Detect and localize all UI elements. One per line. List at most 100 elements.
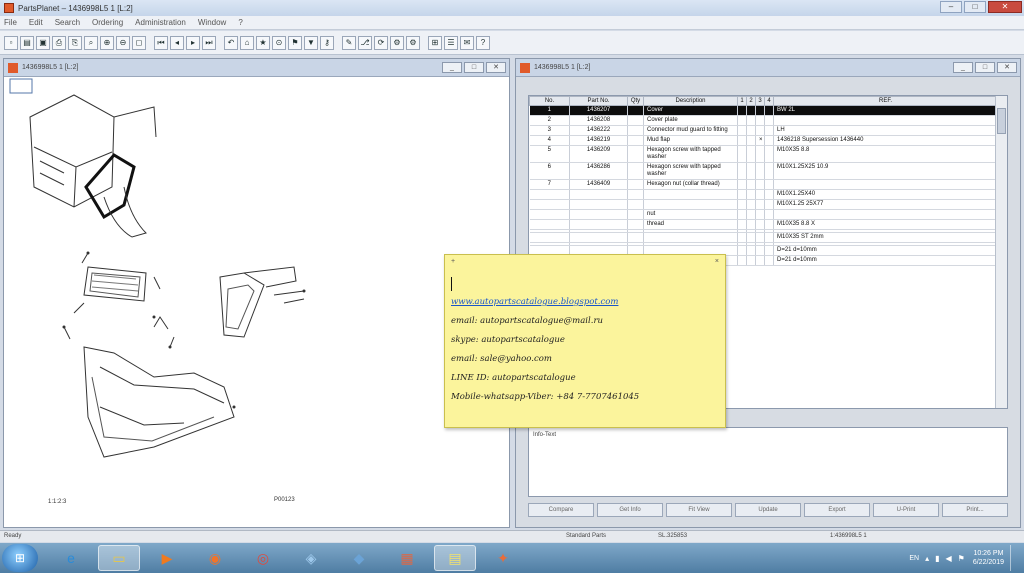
menu-edit[interactable]: Edit [29,18,43,27]
media-taskbar[interactable]: ▶ [146,545,188,571]
menu-file[interactable]: File [4,18,17,27]
parts-table-scrollbar[interactable] [995,96,1007,408]
parts-close-button[interactable]: ✕ [997,62,1017,73]
tools-icon[interactable]: ⚙ [390,35,404,50]
settings-icon[interactable]: ⚙ [406,35,420,50]
column-header-1[interactable]: 1 [737,96,747,106]
new-icon[interactable]: ▫ [4,35,18,50]
fit-icon[interactable]: ◻ [132,35,146,50]
help-icon[interactable]: ? [476,35,490,50]
sticky-note[interactable]: + × www.autopartscatalogue.blogspot.com … [444,254,726,428]
table-row[interactable]: 3 1436222 Connector mud guard to fitting LH [529,125,998,136]
chrome-taskbar[interactable]: ◎ [242,545,284,571]
maximize-button[interactable]: □ [964,1,986,13]
table-row[interactable]: nut [529,209,998,220]
menu-window[interactable]: Window [198,18,226,27]
drawing-maximize-button[interactable]: □ [464,62,484,73]
find-icon[interactable]: ⌕ [84,35,98,50]
grid-icon[interactable]: ⊞ [428,35,442,50]
clock[interactable]: 10:26 PM 6/22/2019 [973,549,1004,567]
minimize-button[interactable]: – [940,1,962,13]
menu-ordering[interactable]: Ordering [92,18,123,27]
get-info-button[interactable]: Get Info [597,503,663,517]
sticky-note-body[interactable]: www.autopartscatalogue.blogspot.com emai… [445,267,725,411]
compare-button[interactable]: Compare [528,503,594,517]
network-icon[interactable]: ▮ [935,554,939,563]
table-row[interactable]: 2 1436208 Cover plate [529,115,998,126]
next-icon[interactable]: ▸ [186,35,200,50]
parts-maximize-button[interactable]: □ [975,62,995,73]
mail-icon[interactable]: ✉ [460,35,474,50]
back-icon[interactable]: ↶ [224,35,238,50]
flag-icon[interactable]: ⚑ [288,35,302,50]
sticky-add-icon[interactable]: + [451,258,455,265]
first-icon[interactable]: ⏮ [154,35,168,50]
export-button[interactable]: Export [804,503,870,517]
sticky-line-website[interactable]: www.autopartscatalogue.blogspot.com [451,297,719,316]
zoom-icon[interactable]: ⊕ [100,35,114,50]
table-row[interactable]: M10X1.25 25X77 [529,199,998,210]
table-row[interactable]: 6 1436286 Hexagon screw with tapped washer… [529,162,998,180]
parts-taskbar[interactable]: ✦ [482,545,524,571]
app-taskbar[interactable]: ◈ [290,545,332,571]
scrollbar-thumb[interactable] [997,108,1006,134]
drawing-minimize-button[interactable]: _ [442,62,462,73]
copy-icon[interactable]: ⎘ [68,35,82,50]
home-icon[interactable]: ⌂ [240,35,254,50]
list-icon[interactable]: ☰ [444,35,458,50]
column-header-no[interactable]: No. [529,96,570,106]
key-icon[interactable]: ⚷ [320,35,334,50]
column-header-3[interactable]: 3 [755,96,765,106]
refresh-icon[interactable]: ⟳ [374,35,388,50]
flag-icon[interactable]: ⚑ [958,554,965,563]
show-desktop-button[interactable] [1010,545,1020,571]
parts-minimize-button[interactable]: _ [953,62,973,73]
bookmark-icon[interactable]: ★ [256,35,270,50]
sticky-close-icon[interactable]: × [715,258,719,265]
start-button[interactable]: ⊞ [2,544,38,572]
tray-arrow-icon[interactable]: ▴ [925,554,929,563]
table-row[interactable]: 7 1436409 Hexagon nut (collar thread) [529,179,998,190]
table-row[interactable]: 1 1436207 Cover BW 2L [529,105,998,116]
info-text-area[interactable]: Info-Text [528,427,1008,497]
open-icon[interactable]: ▤ [20,35,34,50]
filter-icon[interactable]: ▼ [304,35,318,50]
column-header-qty[interactable]: Qty [627,96,644,106]
prev-icon[interactable]: ◂ [170,35,184,50]
print-button[interactable]: Print... [942,503,1008,517]
update-button[interactable]: Update [735,503,801,517]
zoom-out-icon[interactable]: ⊖ [116,35,130,50]
clip-icon[interactable]: ⎇ [358,35,372,50]
language-indicator[interactable]: EN [909,555,919,562]
save-icon[interactable]: ▣ [36,35,50,50]
app2-taskbar[interactable]: ◆ [338,545,380,571]
ie-taskbar[interactable]: e [50,545,92,571]
menu-administration[interactable]: Administration [135,18,186,27]
table-row[interactable]: 4 1436219 Mud flap × 1436218 Supersession 14… [529,135,998,146]
column-header-description[interactable]: Description [643,96,738,106]
table-row[interactable]: 5 1436209 Hexagon screw with tapped washer… [529,145,998,163]
volume-icon[interactable]: ◀ [946,554,952,563]
last-icon[interactable]: ⏭ [202,35,216,50]
column-header-part[interactable]: Part No. [569,96,628,106]
edit-icon[interactable]: ✎ [342,35,356,50]
notes-taskbar[interactable]: ▤ [434,545,476,571]
print-icon[interactable]: ⎙ [52,35,66,50]
column-header-4[interactable]: 4 [764,96,774,106]
table-row[interactable]: thread M10X35 8.8 X [529,219,998,230]
fit-view-button[interactable]: Fit View [666,503,732,517]
menu-help[interactable]: ? [238,18,242,27]
drawing-close-button[interactable]: ✕ [486,62,506,73]
table-row[interactable]: M10X35 ST 2mm [529,232,998,243]
column-header-2[interactable]: 2 [746,96,756,106]
table-row[interactable]: M10X1.25X40 [529,189,998,200]
parts-drawing[interactable]: 1:1:2:3 P00123 [4,77,509,527]
u-print-button[interactable]: U-Print [873,503,939,517]
globe-icon[interactable]: ⊙ [272,35,286,50]
close-button[interactable]: ✕ [988,1,1022,13]
explorer-taskbar[interactable]: ▭ [98,545,140,571]
menu-search[interactable]: Search [55,18,80,27]
column-header-ref[interactable]: REF. [773,96,998,106]
firefox-taskbar[interactable]: ◉ [194,545,236,571]
paint-taskbar[interactable]: ▦ [386,545,428,571]
